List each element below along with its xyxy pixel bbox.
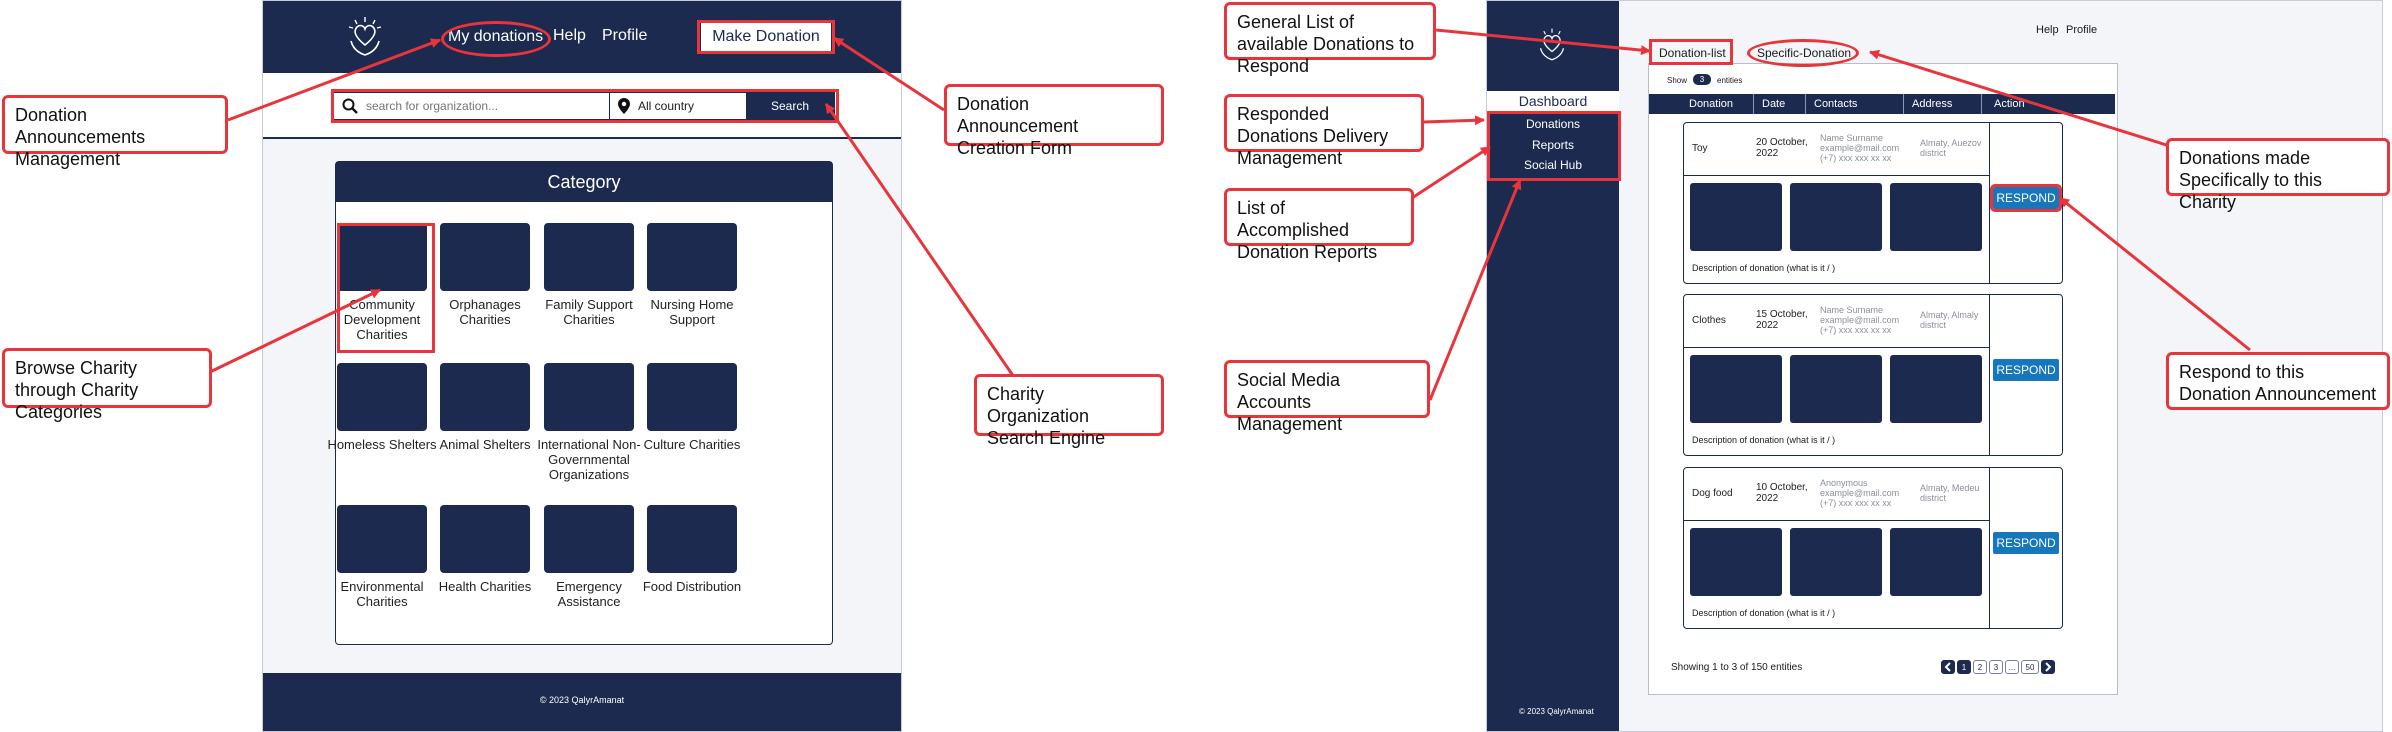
callout-reports: List of Accomplished Donation Reports xyxy=(1224,188,1414,262)
callout-respond: Respond to this Donation Announcement xyxy=(2166,352,2390,410)
callout-donation-management: Donation Announcements Management xyxy=(2,95,228,169)
callout-social-media: Social Media Accounts Management xyxy=(1224,360,1430,434)
callout-search-engine: Charity Organization Search Engine xyxy=(974,374,1164,448)
annotation-connectors xyxy=(209,28,2251,401)
callout-general-list: General List of available Donations to R… xyxy=(1224,2,1436,76)
callout-specific: Donations made Specifically to this Char… xyxy=(2166,138,2390,212)
callout-creation-form: Donation Announcement Creation Form xyxy=(944,84,1164,158)
callout-browse-categories: Browse Charity through Charity Categorie… xyxy=(2,348,212,422)
callout-delivery-management: Responded Donations Delivery Management xyxy=(1224,94,1424,168)
